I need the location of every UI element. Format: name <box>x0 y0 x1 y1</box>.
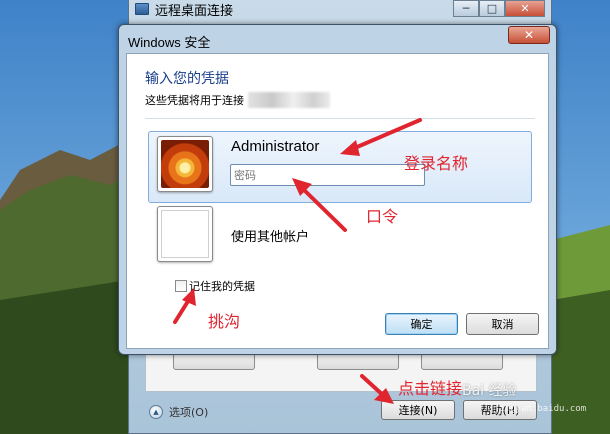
user-avatar <box>157 136 213 192</box>
dialog-close-button[interactable]: ✕ <box>508 26 550 44</box>
annotation-login-name: 登录名称 <box>404 154 469 173</box>
chevron-up-icon: ▲ <box>149 405 163 419</box>
cancel-button[interactable]: 取消 <box>466 313 539 335</box>
remember-credentials[interactable]: 记住我的凭据 <box>175 278 255 294</box>
minimize-button[interactable]: ─ <box>453 0 479 17</box>
flower-picture-icon <box>161 140 209 188</box>
rdp-close-button[interactable]: ✕ <box>505 0 545 17</box>
options-toggle[interactable]: ▲ 选项(O) <box>149 404 208 420</box>
windows-security-dialog: Windows 安全 ✕ 输入您的凭据 这些凭据将用于连接 Administra… <box>118 24 557 355</box>
ok-button[interactable]: 确定 <box>385 313 458 335</box>
remember-label: 记住我的凭据 <box>189 280 255 293</box>
blurred-host-name <box>248 92 330 108</box>
connect-button[interactable]: 连接(N) <box>381 400 455 420</box>
dialog-subtitle: 这些凭据将用于连接 <box>145 92 330 108</box>
annotation-password: 口令 <box>366 207 399 226</box>
watermark-url: jingyan.baidu.com <box>494 404 587 414</box>
remember-checkbox[interactable] <box>175 280 187 292</box>
rdp-app-icon <box>135 3 149 15</box>
blank-user-icon <box>161 210 209 258</box>
divider <box>145 118 535 119</box>
annotation-click-connect: 点击链接 <box>398 379 463 398</box>
annotation-check: 挑沟 <box>208 312 241 331</box>
watermark-logo: Bai 经验 <box>462 383 517 399</box>
dialog-title: Windows 安全 <box>128 35 211 50</box>
use-other-account[interactable]: 使用其他帐户 <box>231 226 309 245</box>
maximize-button[interactable]: □ <box>479 0 505 17</box>
account-name: Administrator <box>231 138 320 155</box>
dialog-heading: 输入您的凭据 <box>145 71 229 87</box>
rdp-titlebar: 远程桌面连接 <box>135 0 435 18</box>
subtitle-text: 这些凭据将用于连接 <box>145 94 244 107</box>
rdp-title: 远程桌面连接 <box>155 2 234 18</box>
other-account-avatar <box>157 206 213 262</box>
password-field[interactable] <box>230 164 425 186</box>
dialog-body: 输入您的凭据 这些凭据将用于连接 Administrator 使用其他帐户 记住… <box>126 53 549 349</box>
options-label: 选项(O) <box>169 406 209 419</box>
rdp-window-controls: ─ □ ✕ <box>453 0 545 17</box>
